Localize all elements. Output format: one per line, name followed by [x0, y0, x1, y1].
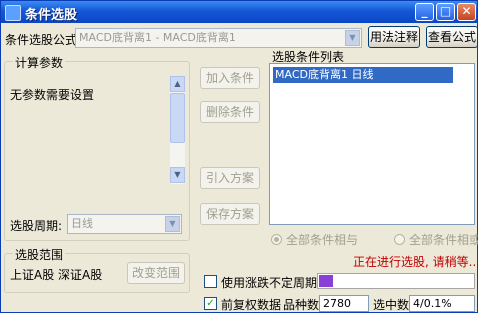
app-icon — [5, 5, 21, 21]
remove-condition-button[interactable]: 删除条件 — [200, 101, 260, 123]
list-item[interactable]: MACD底背离1 日线 — [273, 67, 453, 83]
formula-label: 条件选股公式 — [5, 33, 78, 47]
progress-fill — [319, 275, 333, 287]
params-group: 计算参数 无参数需要设置 ▲ ▼ 选股周期: 日线 ▼ — [4, 54, 190, 241]
chevron-down-icon[interactable]: ▼ — [345, 30, 360, 46]
period-select-value: 日线 — [71, 217, 93, 230]
radio-and-label: 全部条件相与 — [286, 233, 359, 247]
adjusted-data-checkbox[interactable]: ✓ — [204, 297, 217, 310]
period-label: 选股周期: — [10, 219, 63, 233]
range-text: 上证A股 深证A股 — [10, 268, 103, 282]
selected-value: 4/0.1% — [409, 295, 475, 312]
irregular-period-label: 使用涨跌不定周期 — [221, 276, 318, 290]
period-select[interactable]: 日线 ▼ — [67, 214, 182, 234]
condition-stock-selection-window: 条件选股 _ □ ✕ 条件选股公式 MACD底背离1 - MACD底背离1 ▼ … — [0, 0, 478, 313]
scrollbar-thumb[interactable] — [170, 93, 185, 143]
radio-or-label: 全部条件相或 — [409, 233, 478, 247]
import-plan-button[interactable]: 引入方案 — [200, 167, 260, 189]
chevron-down-icon[interactable]: ▼ — [165, 216, 180, 232]
change-range-button[interactable]: 改变范围 — [127, 262, 185, 284]
status-message: 正在进行选股, 请稍等... — [353, 255, 478, 269]
selected-label: 选中数 — [373, 298, 410, 312]
scroll-down-icon[interactable]: ▼ — [170, 167, 185, 183]
condition-list[interactable]: MACD底背离1 日线 — [269, 63, 475, 225]
minimize-button[interactable]: _ — [415, 3, 434, 21]
scroll-up-icon[interactable]: ▲ — [170, 76, 185, 92]
range-group-title: 选股范围 — [13, 246, 66, 263]
close-button[interactable]: ✕ — [457, 3, 476, 21]
save-plan-button[interactable]: 保存方案 — [200, 203, 260, 225]
params-scrollbar[interactable]: ▲ ▼ — [169, 76, 185, 184]
formula-select[interactable]: MACD底背离1 - MACD底背离1 ▼ — [75, 28, 362, 48]
adjusted-data-label: 前复权数据 — [221, 298, 282, 312]
progress-bar — [317, 273, 475, 289]
radio-or[interactable] — [394, 234, 405, 245]
maximize-button[interactable]: □ — [436, 3, 455, 21]
params-text: 无参数需要设置 — [10, 88, 95, 102]
varieties-value: 2780 — [319, 295, 369, 312]
range-group: 选股范围 上证A股 深证A股 改变范围 — [4, 246, 190, 293]
view-formula-button[interactable]: 查看公式 — [426, 26, 478, 48]
title-bar[interactable]: 条件选股 _ □ ✕ — [1, 1, 477, 23]
add-condition-button[interactable]: 加入条件 — [200, 67, 260, 89]
params-group-title: 计算参数 — [13, 54, 66, 71]
formula-select-value: MACD底背离1 - MACD底背离1 — [79, 31, 236, 44]
irregular-period-checkbox[interactable] — [204, 275, 217, 288]
window-title: 条件选股 — [25, 8, 78, 23]
radio-and[interactable] — [271, 234, 282, 245]
varieties-label: 品种数 — [283, 298, 320, 312]
usage-notes-button[interactable]: 用法注释 — [368, 26, 420, 48]
